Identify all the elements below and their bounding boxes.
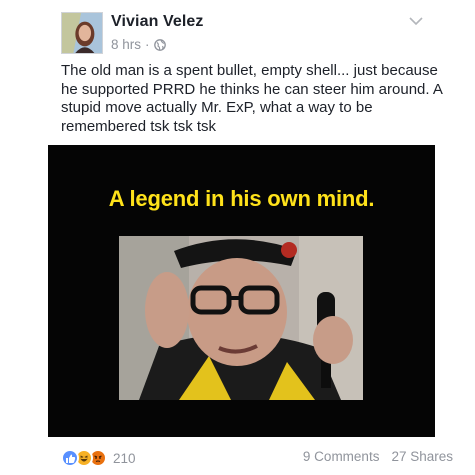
facebook-post: Vivian Velez 8 hrs · The old man is a sp…: [0, 0, 475, 475]
engagement-stats: 9 Comments 27 Shares: [303, 449, 453, 464]
avatar-photo: [62, 13, 102, 53]
post-meta: 8 hrs ·: [111, 37, 166, 52]
embedded-photo: [119, 236, 363, 400]
globe-icon[interactable]: [153, 38, 166, 51]
reaction-count: 210: [113, 450, 136, 466]
photo-illustration: [119, 236, 363, 400]
reactions-summary[interactable]: 210: [61, 448, 136, 468]
post-image[interactable]: A legend in his own mind.: [48, 145, 435, 437]
post-text: The old man is a spent bullet, empty she…: [61, 62, 443, 135]
comments-count-link[interactable]: 9 Comments: [303, 449, 380, 464]
author-name[interactable]: Vivian Velez: [111, 13, 204, 31]
post-timestamp[interactable]: 8 hrs: [111, 37, 141, 52]
image-caption: A legend in his own mind.: [108, 186, 375, 211]
meta-separator: ·: [145, 37, 150, 52]
like-icon: [61, 449, 79, 467]
chevron-down-icon[interactable]: [408, 15, 424, 27]
author-avatar[interactable]: [61, 12, 103, 54]
shares-count-link[interactable]: 27 Shares: [391, 449, 453, 464]
